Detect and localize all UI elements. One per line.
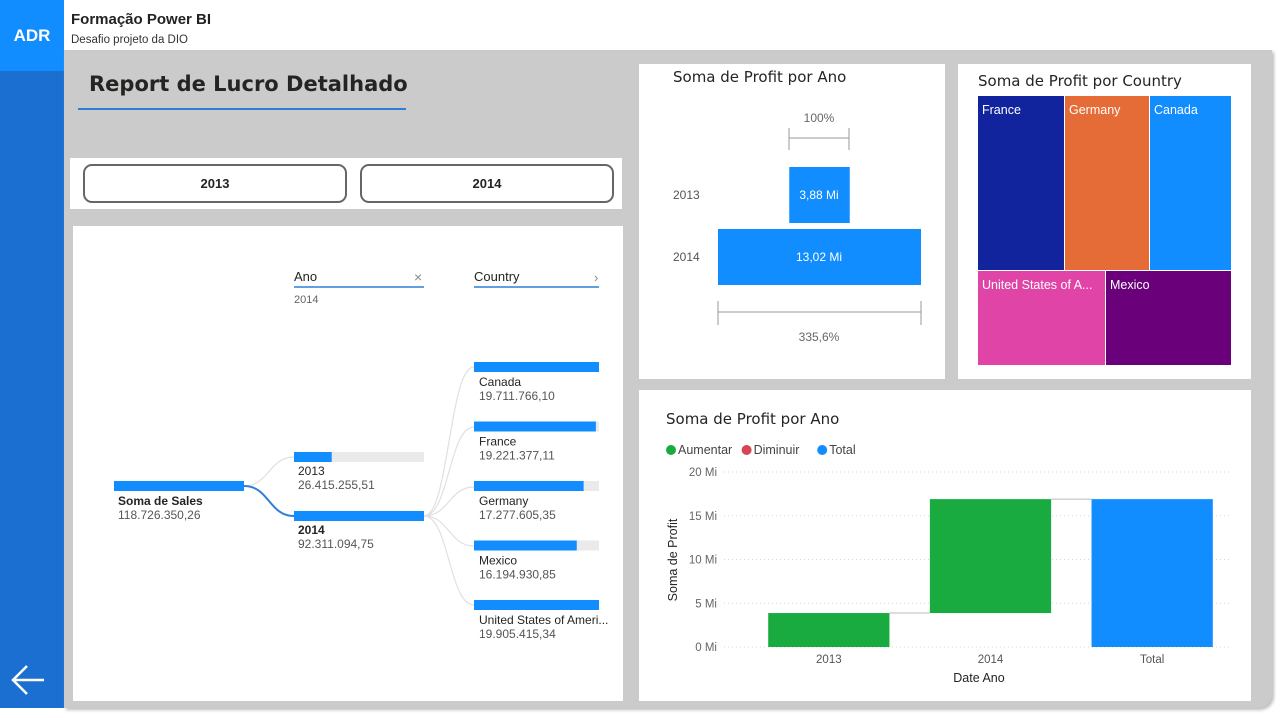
report-title: Report de Lucro Detalhado: [89, 72, 408, 96]
decomp-level2-label: United States of Ameri...: [479, 613, 608, 627]
decomp-level1-bar[interactable]: [294, 511, 424, 521]
decomp-root-value: 118.726.350,26: [118, 508, 201, 522]
decomp-level2-label: France: [479, 435, 517, 449]
x-tick-label: 2013: [816, 654, 842, 666]
legend-marker: [817, 445, 828, 455]
treemap-chart: Soma de Profit por Country France Germany…: [958, 64, 1251, 379]
header-title: Formação Power BI: [71, 11, 212, 28]
y-tick-label: 10 Mi: [689, 555, 717, 567]
y-tick-label: 15 Mi: [689, 511, 717, 523]
decomp-level1-label: 2013: [298, 464, 325, 478]
decomp-level2-header[interactable]: Country: [474, 269, 520, 284]
decomp-root-bar[interactable]: [114, 481, 244, 491]
legend-marker: [741, 445, 752, 455]
funnel-value-2014: 13,02 Mi: [796, 250, 842, 264]
funnel-svg: 100% 2013 3,88 Mi 2014 13,02 Mi 335,6%: [673, 111, 922, 344]
treemap-tile-label: Germany: [1069, 103, 1121, 117]
treemap-tile[interactable]: [1150, 96, 1231, 270]
waterfall-bar[interactable]: [768, 613, 890, 647]
header-subtitle: Desafio projeto da DIO: [71, 34, 188, 46]
decomposition-tree: Ano × 2014 Country › Soma de Sales 118.7…: [73, 226, 623, 701]
legend-label[interactable]: Aumentar: [678, 443, 732, 457]
decomp-level2-label: Mexico: [479, 554, 517, 568]
decomp-level2-value: 16.194.930,85: [479, 568, 556, 582]
report-canvas: Report de Lucro Detalhado 2013 2014 Ano …: [64, 50, 1272, 708]
slicer-button-2013[interactable]: 2013: [83, 164, 347, 203]
treemap-tile-label: France: [982, 103, 1021, 117]
funnel-year-2014: 2014: [673, 250, 700, 264]
decomp-level2-value: 19.905.415,34: [479, 627, 556, 641]
treemap-tile[interactable]: [1065, 96, 1149, 270]
x-axis-label: Date Ano: [953, 671, 1004, 685]
y-tick-label: 0 Mi: [695, 642, 717, 654]
decomp-level2-value: 19.221.377,11: [479, 449, 555, 463]
decomp-level1-selected: 2014: [294, 294, 318, 306]
decomp-level2-bar[interactable]: [474, 481, 584, 491]
y-tick-label: 20 Mi: [689, 467, 717, 479]
treemap-svg: France Germany Canada United States of A...…: [978, 96, 1231, 365]
decomp-level1-bar[interactable]: [294, 452, 332, 462]
waterfall-chart: Soma de Profit por Ano Aumentar Diminuir T…: [639, 390, 1251, 701]
close-icon[interactable]: ×: [414, 269, 422, 285]
decomp-level2-bar[interactable]: [474, 362, 599, 372]
x-tick-label: Total: [1140, 654, 1164, 666]
treemap-tile-label: Canada: [1154, 103, 1198, 117]
funnel-top-label: 100%: [804, 111, 835, 125]
decomp-level2-value: 17.277.605,35: [479, 508, 556, 522]
y-tick-label: 5 Mi: [695, 598, 717, 610]
decomp-level2-bar[interactable]: [474, 600, 599, 610]
decomp-level1-nodes: 201326.415.255,51 201492.311.094,75: [294, 452, 424, 551]
legend-marker: [666, 445, 676, 455]
app-window: ADR Formação Power BI Desafio projeto da…: [0, 0, 1276, 713]
decomp-tree-svg: Ano × 2014 Country › Soma de Sales 118.7…: [114, 269, 608, 641]
decomp-level2-label: Germany: [479, 494, 528, 508]
decomp-level2-nodes: Canada19.711.766,10 France19.221.377,11 Ge…: [474, 362, 608, 641]
decomp-level2-label: Canada: [479, 375, 521, 389]
rail-badge[interactable]: ADR: [0, 0, 64, 71]
report-title-underline: [78, 108, 406, 110]
chevron-right-icon[interactable]: ›: [594, 270, 598, 285]
waterfall-svg: Aumentar Diminuir Total 0 Mi 5 Mi 10 Mi 15 Mi 2…: [666, 443, 1229, 685]
year-slicer: 2013 2014: [70, 158, 622, 209]
decomp-level1-value: 26.415.255,51: [298, 478, 375, 492]
y-axis-label: Soma de Profit: [666, 518, 680, 601]
decomp-level1-label: 2014: [298, 523, 325, 537]
waterfall-bar[interactable]: [929, 499, 1052, 614]
decomp-level2-bar[interactable]: [474, 540, 577, 551]
treemap-tile-label: United States of A...: [982, 278, 1092, 292]
funnel-value-2013: 3,88 Mi: [799, 188, 838, 202]
legend-label[interactable]: Total: [829, 443, 855, 457]
decomp-level1-value: 92.311.094,75: [298, 537, 374, 551]
treemap-tile[interactable]: [978, 96, 1064, 270]
left-rail: ADR: [0, 0, 64, 708]
legend-label[interactable]: Diminuir: [754, 443, 800, 457]
waterfall-bar[interactable]: [1091, 499, 1213, 647]
funnel-chart: Soma de Profit por Ano 100% 2013 3,88 Mi…: [639, 64, 945, 379]
slicer-button-2014[interactable]: 2014: [360, 164, 614, 203]
treemap-tile-label: Mexico: [1110, 278, 1150, 292]
funnel-year-2013: 2013: [673, 188, 700, 202]
funnel-bottom-label: 335,6%: [799, 330, 840, 344]
decomp-level2-bar[interactable]: [474, 421, 596, 432]
decomp-level2-value: 19.711.766,10: [479, 389, 555, 403]
decomp-connectors-level2: [423, 366, 475, 606]
decomp-root-label: Soma de Sales: [118, 494, 203, 508]
x-tick-label: 2014: [978, 654, 1004, 666]
arrow-left-icon[interactable]: [8, 658, 52, 702]
decomp-level1-header[interactable]: Ano: [294, 269, 317, 284]
